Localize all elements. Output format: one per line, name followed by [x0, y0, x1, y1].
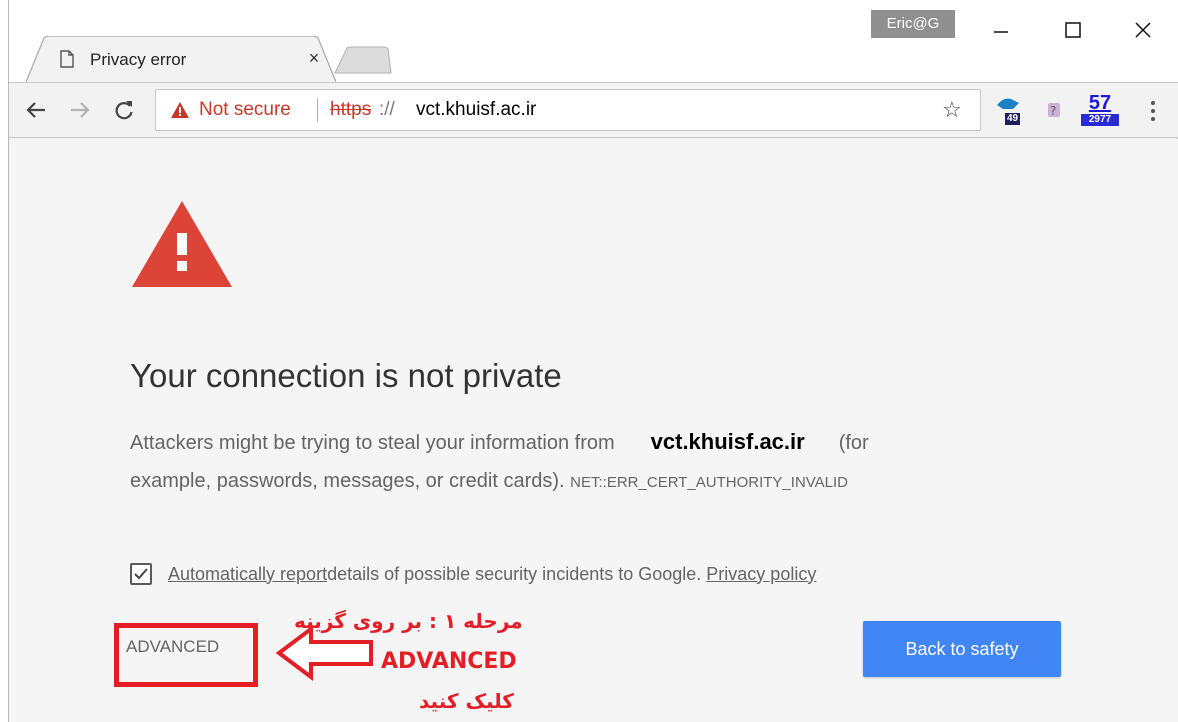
- annotation-step-line3: کلیک کنید: [419, 689, 514, 713]
- para-line2: example, passwords, messages, or credit …: [130, 470, 565, 492]
- blocked-domain: vct.khuisf.ac.ir: [650, 429, 805, 454]
- minimize-icon: [994, 31, 1008, 33]
- bookmark-star-icon[interactable]: ☆: [942, 97, 962, 123]
- auto-report-link[interactable]: Automatically report: [168, 564, 327, 585]
- omnibox-divider: [317, 98, 318, 122]
- counter-bottom: 2977: [1081, 114, 1119, 126]
- annotation-step-line2: ADVANCED: [381, 649, 517, 674]
- back-button[interactable]: [19, 93, 53, 127]
- minimize-button[interactable]: [973, 8, 1029, 52]
- chrome-menu-button[interactable]: [1145, 97, 1161, 125]
- para-prefix: Attackers might be trying to steal your …: [130, 432, 615, 454]
- tab-strip: Privacy error × Eric@G: [9, 0, 1178, 82]
- check-icon: [134, 568, 148, 580]
- warning-paragraph: Attackers might be trying to steal your …: [130, 423, 1030, 502]
- report-checkbox-row: Automatically report details of possible…: [130, 563, 816, 585]
- shield-ext-graphic: [997, 98, 1019, 109]
- url-scheme: https: [330, 99, 372, 120]
- svg-text:?: ?: [1050, 104, 1056, 118]
- back-to-safety-button[interactable]: Back to safety: [863, 621, 1061, 677]
- counter-top: 57: [1088, 92, 1112, 114]
- new-tab-button[interactable]: [333, 46, 393, 74]
- privacy-policy-link[interactable]: Privacy policy: [706, 564, 816, 585]
- counter-ext-icon[interactable]: 57 2977: [1081, 93, 1119, 129]
- annotation-arrow-icon: [275, 625, 373, 681]
- tab-privacy-error[interactable]: Privacy error ×: [26, 36, 336, 82]
- close-icon: [1135, 22, 1151, 38]
- error-code[interactable]: NET::ERR_CERT_AUTHORITY_INVALID: [570, 474, 848, 491]
- page-title: Your connection is not private: [130, 357, 562, 394]
- tab-title: Privacy error: [90, 50, 187, 69]
- reload-button[interactable]: [107, 93, 141, 127]
- puzzle-ext-graphic: ?: [1048, 103, 1060, 118]
- maximize-button[interactable]: [1045, 8, 1101, 52]
- profile-button[interactable]: Eric@G: [871, 10, 955, 38]
- advanced-button[interactable]: ADVANCED: [126, 637, 219, 657]
- report-checkbox[interactable]: [130, 563, 152, 585]
- url-scheme-separator: ://: [379, 99, 395, 120]
- interstitial-page: Your connection is not private Attackers…: [9, 139, 1178, 722]
- browser-window: Privacy error × Eric@G Not secure https …: [8, 0, 1178, 722]
- arrow-left-icon: [26, 102, 45, 118]
- toolbar: Not secure https :// vct.khuisf.ac.ir ☆ …: [9, 82, 1178, 138]
- address-bar[interactable]: Not secure https :// vct.khuisf.ac.ir ☆: [155, 89, 981, 131]
- maximize-icon: [1065, 22, 1081, 38]
- close-window-button[interactable]: [1115, 8, 1171, 52]
- shield-ext-icon[interactable]: 49: [995, 95, 1025, 127]
- reload-icon: [115, 101, 133, 120]
- tab-close-button[interactable]: ×: [304, 48, 324, 68]
- para-suffix: (for: [838, 432, 869, 454]
- big-warning-icon: [132, 201, 232, 287]
- forward-button[interactable]: [63, 93, 97, 127]
- not-secure-label[interactable]: Not secure: [199, 99, 291, 121]
- warning-triangle-icon: [171, 102, 189, 118]
- arrow-right-icon: [71, 102, 90, 118]
- url-host: vct.khuisf.ac.ir: [416, 99, 537, 120]
- annotation-step-line1: مرحله ۱ : بر روی گزینه: [294, 609, 523, 633]
- page-icon: [60, 50, 74, 68]
- puzzle-ext-icon[interactable]: ?: [1045, 99, 1063, 121]
- extension-badge: 49: [1005, 113, 1021, 125]
- report-text: details of possible security incidents t…: [327, 563, 702, 584]
